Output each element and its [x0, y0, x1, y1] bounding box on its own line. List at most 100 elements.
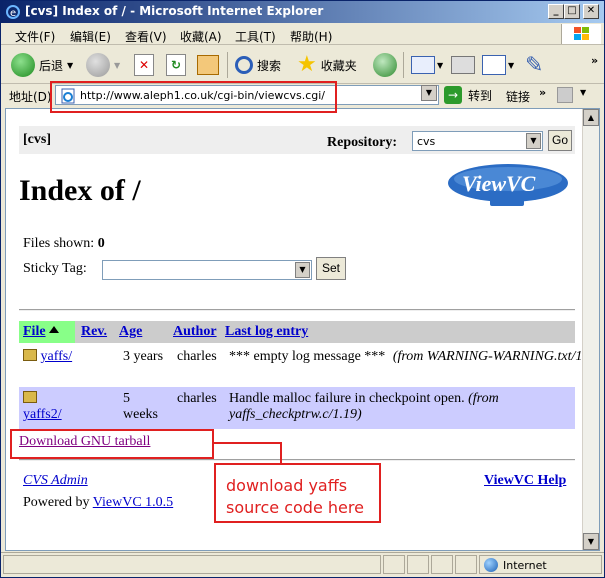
- download-highlight-box: [10, 429, 214, 459]
- globe-icon: [484, 558, 498, 572]
- author-cell: charles: [177, 349, 217, 364]
- folder-icon: [23, 391, 37, 403]
- column-last-log[interactable]: Last log entry: [225, 324, 308, 340]
- files-shown-value: 0: [97, 236, 105, 251]
- page-title: Index of /: [19, 174, 141, 207]
- back-button[interactable]: 后退 ▼: [11, 51, 73, 79]
- set-button[interactable]: Set: [316, 257, 346, 280]
- status-segment: [431, 555, 453, 574]
- status-text-segment: [3, 555, 381, 574]
- print-icon: [451, 56, 475, 74]
- address-label: 地址(D): [9, 90, 52, 104]
- table-row: yaffs/ 3 years charles *** empty log mes…: [19, 345, 598, 385]
- minimize-button[interactable]: _: [548, 4, 564, 19]
- forward-dropdown-icon[interactable]: ▼: [114, 61, 120, 70]
- window-title: [cvs] Index of / - Microsoft Internet Ex…: [25, 4, 324, 18]
- history-button[interactable]: [373, 51, 397, 79]
- repository-value: cvs: [417, 135, 436, 148]
- close-button[interactable]: ✕: [583, 4, 599, 19]
- sort-up-icon: [48, 326, 59, 333]
- star-icon: ★: [297, 52, 317, 77]
- status-segment: [407, 555, 429, 574]
- repository-select[interactable]: cvs ▼: [412, 131, 543, 151]
- file-link[interactable]: yaffs/: [41, 349, 73, 364]
- file-link[interactable]: yaffs2/: [23, 407, 62, 422]
- edit-button[interactable]: ▼: [482, 51, 514, 79]
- age-cell: 5 weeks: [123, 391, 158, 422]
- edit-dropdown-icon[interactable]: ▼: [508, 61, 514, 70]
- root-label: [cvs]: [23, 132, 51, 147]
- title-bar: e [cvs] Index of / - Microsoft Internet …: [1, 1, 604, 23]
- links-label[interactable]: 链接: [506, 88, 530, 105]
- home-button[interactable]: [197, 51, 219, 79]
- search-icon: [235, 56, 253, 74]
- stop-button[interactable]: ✕: [134, 51, 154, 79]
- viewvc-logo[interactable]: ViewVC: [444, 161, 570, 209]
- viewvc-help-link[interactable]: ViewVC Help: [484, 473, 566, 489]
- ie-icon: e: [6, 5, 20, 19]
- file-cell[interactable]: yaffs2/: [23, 391, 73, 423]
- author-cell: charles: [177, 391, 217, 406]
- svg-text:e: e: [10, 8, 16, 19]
- powered-by-label: Powered by: [23, 495, 90, 510]
- menu-tools[interactable]: 工具(T): [235, 28, 276, 45]
- zone-label: Internet: [503, 558, 547, 572]
- menu-help[interactable]: 帮助(H): [290, 28, 332, 45]
- age-cell: 3 years: [123, 349, 164, 364]
- chevron-down-icon: ▼: [295, 262, 310, 278]
- print-button[interactable]: [451, 51, 475, 79]
- back-label: 后退: [39, 58, 64, 73]
- viewvc-version-link[interactable]: ViewVC 1.0.5: [93, 495, 173, 510]
- toolbar-overflow-icon[interactable]: »: [591, 54, 598, 67]
- menu-favorites[interactable]: 收藏(A): [180, 28, 222, 45]
- file-cell[interactable]: yaffs/: [23, 349, 72, 365]
- refresh-button[interactable]: ↻: [166, 51, 186, 79]
- toolbar: 后退 ▼ ▼ ✕ ↻ 搜索 ★ 收藏夹 ▼ ▼ ✎ »: [1, 46, 604, 84]
- links-overflow-icon[interactable]: »: [539, 86, 546, 99]
- log-message: *** empty log message ***: [229, 349, 386, 364]
- log-cell: *** empty log message *** (from WARNING-…: [229, 349, 599, 365]
- sticky-tag-select[interactable]: ▼: [102, 260, 312, 280]
- menu-edit[interactable]: 编辑(E): [70, 28, 111, 45]
- maximize-button[interactable]: □: [564, 4, 580, 19]
- vertical-scrollbar[interactable]: ▲ ▼: [582, 109, 599, 550]
- windows-flag-icon: [574, 27, 589, 40]
- menu-view[interactable]: 查看(V): [125, 28, 167, 45]
- favorites-button[interactable]: ★ 收藏夹: [297, 51, 357, 79]
- back-dropdown-icon[interactable]: ▼: [67, 61, 73, 70]
- logo-text: ViewVC: [462, 171, 536, 196]
- go-label: 转到: [468, 88, 493, 103]
- home-icon: [197, 55, 219, 75]
- sticky-tag-label: Sticky Tag:: [23, 261, 87, 276]
- repository-label: Repository:: [327, 135, 397, 150]
- extra-tool-icon[interactable]: [557, 87, 573, 103]
- address-dropdown-icon[interactable]: ▼: [421, 85, 437, 101]
- back-arrow-icon: [11, 53, 35, 77]
- repository-go-button[interactable]: Go: [548, 130, 572, 151]
- messenger-button[interactable]: ✎: [525, 51, 543, 79]
- forward-button[interactable]: ▼: [86, 51, 120, 79]
- cvs-admin-link[interactable]: CVS Admin: [23, 473, 88, 488]
- scroll-up-icon[interactable]: ▲: [583, 109, 599, 126]
- search-button[interactable]: 搜索: [235, 51, 281, 79]
- column-author[interactable]: Author: [173, 324, 217, 340]
- annotation-line-1: download yaffs: [226, 476, 348, 495]
- menu-bar: 文件(F) 编辑(E) 查看(V) 收藏(A) 工具(T) 帮助(H): [1, 23, 604, 45]
- menu-file[interactable]: 文件(F): [15, 28, 55, 45]
- mail-button[interactable]: ▼: [411, 51, 443, 79]
- extra-tool-dropdown-icon[interactable]: ▼: [580, 88, 586, 97]
- browser-window: e [cvs] Index of / - Microsoft Internet …: [0, 0, 605, 578]
- scroll-down-icon[interactable]: ▼: [583, 533, 599, 550]
- annotation-line-2: source code here: [226, 498, 364, 517]
- files-shown-label: Files shown:: [23, 236, 95, 251]
- messenger-icon: ✎: [525, 52, 544, 78]
- forward-arrow-icon: [86, 53, 110, 77]
- column-file[interactable]: File: [23, 324, 59, 340]
- column-rev[interactable]: Rev.: [81, 324, 107, 340]
- viewvc-header: [cvs] Repository: cvs ▼ Go: [19, 126, 575, 154]
- mail-dropdown-icon[interactable]: ▼: [437, 61, 443, 70]
- annotation-connector: [214, 442, 282, 464]
- log-message: Handle malloc failure in checkpoint open…: [229, 391, 465, 406]
- column-age[interactable]: Age: [119, 324, 142, 340]
- go-button[interactable]: → 转到: [444, 86, 492, 104]
